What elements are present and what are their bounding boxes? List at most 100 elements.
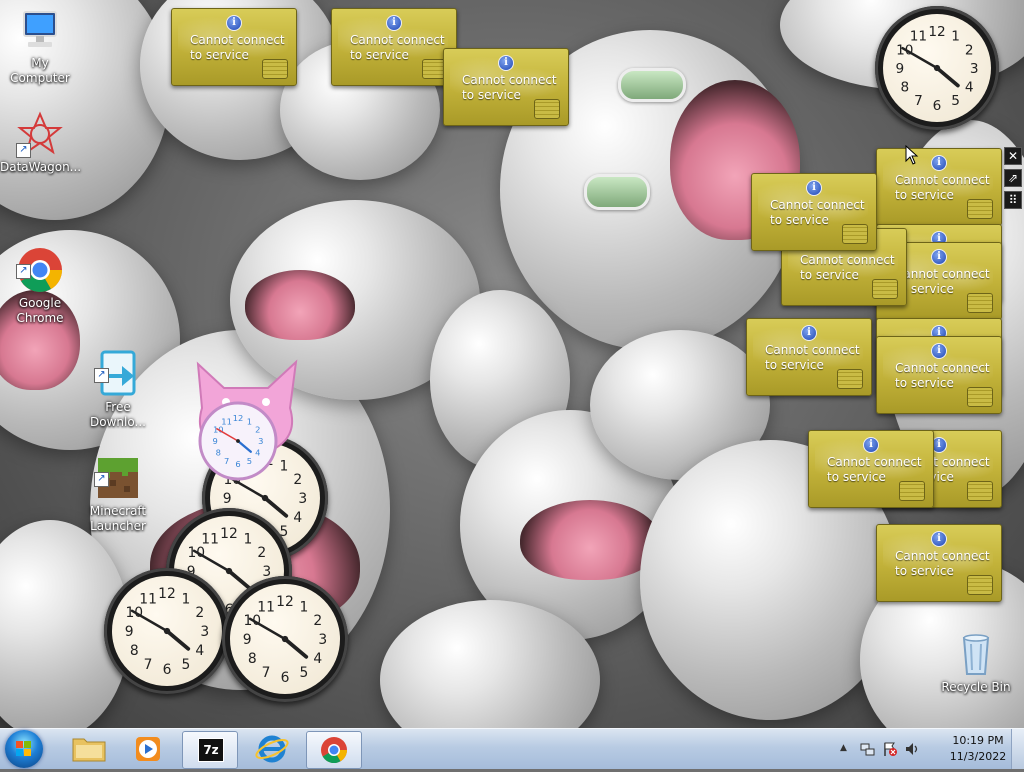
gadget-message: Cannot connect to service xyxy=(895,267,995,297)
start-button[interactable] xyxy=(5,730,43,768)
desktop-icon-label: Recycle Bin xyxy=(941,680,1011,694)
cannot-connect-gadget[interactable]: i Cannot connect to service xyxy=(876,524,1002,602)
gadget-message: Cannot connect to service xyxy=(765,343,865,373)
clock-number: 11 xyxy=(201,531,219,547)
gadget-message-line2: to service xyxy=(827,470,886,484)
clock-gadget[interactable]: 121234567891011 xyxy=(875,6,999,130)
clock-number: 4 xyxy=(255,447,260,457)
gadget-message-line1: Cannot connect xyxy=(895,267,990,281)
cat-clock-gadget[interactable]: 12 1 2 3 4 5 6 7 8 9 10 11 xyxy=(186,358,306,488)
clock-number: 3 xyxy=(318,632,327,648)
media-player-icon xyxy=(136,737,160,761)
gadget-message-line1: Cannot connect xyxy=(800,253,895,267)
taskbar-date: 11/3/2022 xyxy=(949,750,1007,763)
clock-number: 5 xyxy=(299,665,308,681)
taskbar-media-player-button[interactable] xyxy=(122,731,176,767)
clock-number: 7 xyxy=(914,93,923,109)
gadget-message-line2: to service xyxy=(800,268,859,282)
desktop-icon-minecraft-launcher[interactable]: ↗ Minecraft Launcher xyxy=(78,424,158,534)
cannot-connect-gadget[interactable]: i Cannot connect to service xyxy=(751,173,877,251)
drag-gadget-handle[interactable]: ⠿ xyxy=(1004,191,1022,209)
cannot-connect-gadget[interactable]: i Cannot connect to service xyxy=(808,430,934,508)
show-hidden-icons-button[interactable]: ▲ xyxy=(840,743,847,753)
free-download-icon: ↗ xyxy=(94,335,142,396)
clock-number: 7 xyxy=(224,456,229,466)
desktop-icon-recycle-bin[interactable]: Recycle Bin xyxy=(936,630,1016,695)
shortcut-arrow-icon: ↗ xyxy=(94,368,109,383)
folder-icon xyxy=(72,738,106,762)
gadget-toolbar: ✕ ⇗ ⠿ xyxy=(1004,147,1022,209)
gadget-message-line1: Cannot connect xyxy=(462,73,557,87)
gadget-message-line2: to service xyxy=(895,376,954,390)
cannot-connect-gadget[interactable]: i Cannot connect to service xyxy=(876,336,1002,414)
clock-number: 4 xyxy=(195,643,204,659)
clock-number: 4 xyxy=(293,510,302,526)
action-center-flag-icon[interactable] xyxy=(882,741,898,757)
volume-icon[interactable] xyxy=(904,741,920,757)
gadget-message-line2: to service xyxy=(895,564,954,578)
shortcut-arrow-icon: ↗ xyxy=(16,143,31,158)
clock-number: 5 xyxy=(181,657,190,673)
clock-number: 2 xyxy=(257,545,266,561)
cannot-connect-gadget[interactable]: i Cannot connect to service xyxy=(746,318,872,396)
taskbar-7zip-button[interactable]: 7z xyxy=(182,731,238,769)
clock-number: 4 xyxy=(313,651,322,667)
info-icon: i xyxy=(863,437,879,453)
clock-number: 8 xyxy=(216,447,221,457)
network-icon[interactable] xyxy=(860,741,876,757)
clock-number: 8 xyxy=(130,643,139,659)
desktop-icon-free-download[interactable]: ↗ Free Downlo... xyxy=(78,320,158,430)
gadget-message: Cannot connect to service xyxy=(770,198,870,228)
clock-number: 5 xyxy=(247,456,252,466)
desktop-icon-datawagon[interactable]: ↗ DataWagon... xyxy=(0,110,81,175)
desktop-icon-label: Google Chrome xyxy=(16,296,64,325)
mouse-cursor-icon xyxy=(905,145,919,165)
desktop-icon-label: My Computer xyxy=(10,56,70,85)
7zip-label: 7z xyxy=(203,743,219,757)
show-desktop-button[interactable] xyxy=(1011,729,1024,769)
taskbar-chrome-button[interactable] xyxy=(306,731,362,769)
gadget-message: Cannot connect to service xyxy=(895,361,995,391)
clock-number: 3 xyxy=(258,436,263,446)
desktop-icon-my-computer[interactable]: My Computer xyxy=(0,6,80,86)
cannot-connect-gadget[interactable]: i Cannot connect to service xyxy=(331,8,457,86)
desktop-icon-google-chrome[interactable]: ↗ Google Chrome xyxy=(0,216,80,326)
info-icon: i xyxy=(931,531,947,547)
gadget-message-line2: to service xyxy=(190,48,249,62)
taskbar-internet-explorer-button[interactable] xyxy=(245,731,299,767)
taskbar: 7z ▲ 10:19 PM 11/3/2022 xyxy=(0,728,1024,769)
computer-icon xyxy=(16,6,64,54)
datawagon-icon: ↗ xyxy=(16,110,64,158)
gadget-message-line1: Cannot connect xyxy=(770,198,865,212)
gadget-options-button[interactable]: ⇗ xyxy=(1004,169,1022,187)
clock-gadget[interactable]: 121234567891011 xyxy=(222,576,348,702)
clock-gadget[interactable]: 121234567891011 xyxy=(104,568,230,694)
taskbar-clock[interactable]: 10:19 PM 11/3/2022 xyxy=(948,733,1008,765)
clock-number: 1 xyxy=(951,29,960,45)
cannot-connect-gadget[interactable]: i Cannot connect to service xyxy=(876,148,1002,226)
clock-number: 3 xyxy=(200,624,209,640)
clock-number: 9 xyxy=(895,61,904,77)
clock-number: 6 xyxy=(163,662,172,678)
clock-number: 1 xyxy=(299,599,308,615)
taskbar-explorer-button[interactable] xyxy=(62,731,116,767)
clock-number: 9 xyxy=(223,491,232,507)
info-icon: i xyxy=(498,55,514,71)
gadget-message-line1: Cannot connect xyxy=(895,549,990,563)
clock-hour-hand xyxy=(165,629,191,651)
clock-number: 3 xyxy=(970,61,979,77)
gadget-message-line1: Cannot connect xyxy=(350,33,445,47)
close-gadget-button[interactable]: ✕ xyxy=(1004,147,1022,165)
gadget-message-line1: Cannot connect xyxy=(895,173,990,187)
clock-minute-hand xyxy=(216,428,239,442)
cannot-connect-gadget[interactable]: i Cannot connect to service xyxy=(171,8,297,86)
shortcut-arrow-icon: ↗ xyxy=(94,472,109,487)
recycle-bin-icon xyxy=(952,630,1000,678)
clock-number: 12 xyxy=(928,24,945,40)
clock-number: 2 xyxy=(313,613,322,629)
gadget-message: Cannot connect to service xyxy=(827,455,927,485)
clock-number: 6 xyxy=(281,670,290,686)
clock-number: 3 xyxy=(298,491,307,507)
cannot-connect-gadget[interactable]: i Cannot connect to service xyxy=(443,48,569,126)
clock-number: 1 xyxy=(181,591,190,607)
